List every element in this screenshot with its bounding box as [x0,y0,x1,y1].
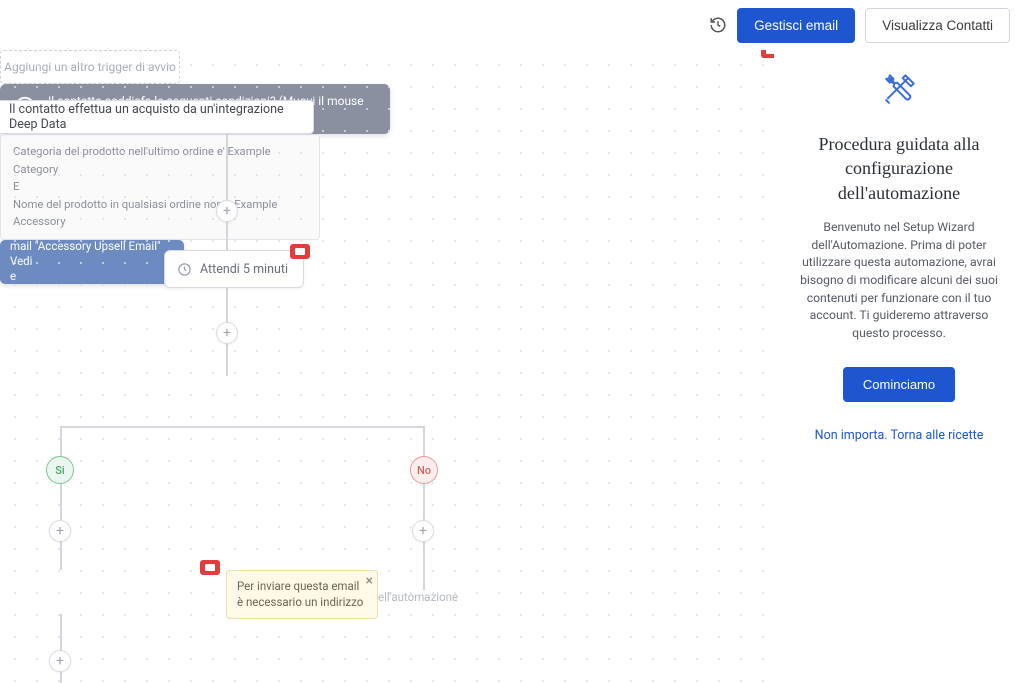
connector-line [60,426,424,428]
alert-badge [290,244,310,259]
add-step-button[interactable]: + [49,520,71,542]
branch-yes-badge[interactable]: Si [46,456,74,484]
add-step-button[interactable]: + [216,322,238,344]
view-contacts-button[interactable]: Visualizza Contatti [865,8,1010,43]
wait-label: Attendi 5 minuti [200,262,288,277]
tooltip-text: Per inviare questa email è necessario un… [237,579,363,609]
start-wizard-button[interactable]: Cominciamo [843,367,955,402]
add-step-button[interactable]: + [412,520,434,542]
alert-badge [200,560,220,575]
wizard-description: Benvenuto nel Setup Wizard dell'Automazi… [790,219,1008,343]
close-icon[interactable]: × [366,574,373,588]
wizard-sidebar: Procedura guidata alla configurazione de… [774,50,1024,683]
wait-node[interactable]: Attendi 5 minuti [164,250,304,288]
manage-emails-button[interactable]: Gestisci email [737,8,855,43]
skip-wizard-link[interactable]: Non importa. Torna alle ricette [815,428,984,443]
email-warning-tooltip: Per inviare questa email è necessario un… [226,570,378,619]
automation-canvas[interactable]: Il contatto effettua un acquisto da un'i… [0,50,774,683]
connector-line [60,426,62,456]
connector-line [226,134,228,250]
connector-line [60,614,62,683]
add-step-button[interactable]: + [49,650,71,672]
end-label: ell'automazione [378,590,458,604]
wizard-title: Procedura guidata alla configurazione de… [790,132,1008,205]
clock-icon [177,262,192,277]
branch-no-badge[interactable]: No [410,456,438,484]
tools-icon [877,68,921,116]
alert-badge [761,50,774,58]
trigger-label: Il contatto effettua un acquisto da un'i… [9,102,299,132]
connector-line [423,426,425,456]
trigger-node[interactable]: Il contatto effettua un acquisto da un'i… [0,100,314,134]
add-step-button[interactable]: + [216,200,238,222]
canvas-background [0,50,774,683]
history-icon[interactable] [709,16,727,34]
